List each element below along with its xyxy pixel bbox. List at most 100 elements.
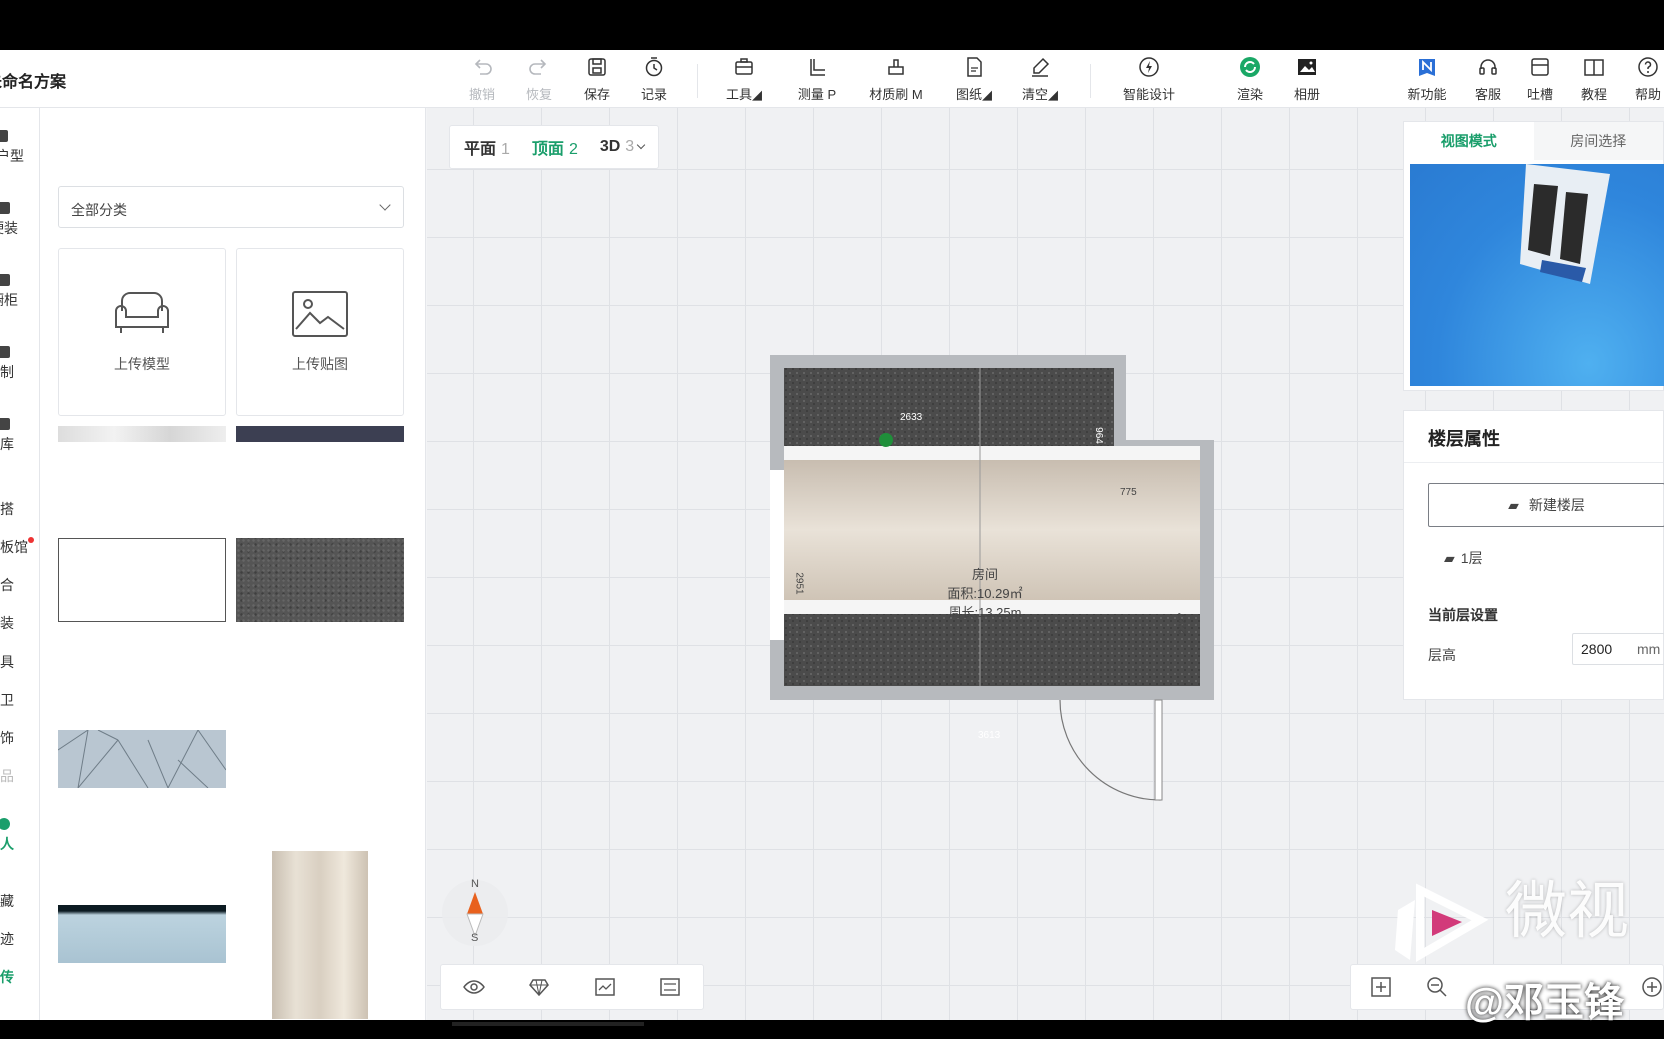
nav-item-decor[interactable]: 饰品 xyxy=(0,766,26,786)
plan-title[interactable]: 未命名方案 xyxy=(0,68,66,92)
smart-design-button[interactable]: 智能设计 xyxy=(1118,54,1180,104)
nav-item-hardfit[interactable]: 硬装 xyxy=(0,202,30,238)
support-button[interactable]: 客服 xyxy=(1468,54,1508,104)
tab-view-mode[interactable]: 视图模式 xyxy=(1404,122,1534,160)
panel-title: 楼层属性 xyxy=(1404,411,1663,463)
chart-icon[interactable] xyxy=(593,975,617,999)
nav-item-custom[interactable]: 定制 xyxy=(0,346,26,382)
tab-ceiling[interactable]: 顶面 2 xyxy=(532,135,578,159)
floor-height-value: 2800 xyxy=(1581,641,1613,657)
section-heading: 当前层设置 xyxy=(1428,607,1498,623)
nav-label: 软装 xyxy=(0,615,14,631)
nav-item-floorplan[interactable]: 户型 xyxy=(0,130,36,166)
scrollbar[interactable] xyxy=(452,1022,644,1026)
nav-label: 组合 xyxy=(0,577,14,593)
eye-icon[interactable] xyxy=(462,975,486,999)
new-feature-button[interactable]: 新功能 xyxy=(1402,54,1452,104)
nav-item-favorites[interactable]: 收藏 xyxy=(0,891,26,911)
nav-item-combo[interactable]: 组合 xyxy=(0,575,26,595)
material-tile[interactable] xyxy=(58,426,226,442)
tile-pattern xyxy=(57,729,227,789)
tools-button[interactable]: 工具◢ xyxy=(722,54,766,104)
nav-item-quickbuild[interactable]: 快搭 xyxy=(0,499,26,519)
floor-item[interactable]: ▰ 1层 xyxy=(1444,548,1483,568)
ceiling-strip[interactable] xyxy=(784,446,1200,460)
upload-model-label: 上传模型 xyxy=(114,356,170,372)
compass-south: S xyxy=(471,932,479,944)
nav-item-lighting[interactable]: 灯饰 xyxy=(0,728,26,748)
tools-label: 工具◢ xyxy=(725,86,762,102)
material-tile[interactable] xyxy=(58,905,226,963)
feedback-icon xyxy=(1529,56,1551,78)
new-feature-icon xyxy=(1416,56,1438,78)
cursor-marker xyxy=(879,433,893,447)
clear-button[interactable]: 清空◢ xyxy=(1018,54,1062,104)
door-leaf[interactable] xyxy=(1154,699,1163,801)
nav-item-personal[interactable]: 个人 xyxy=(0,818,26,854)
list-settings-icon[interactable] xyxy=(658,975,682,999)
nav-item-cabinet[interactable]: 橱柜 xyxy=(0,274,30,310)
material-tile[interactable] xyxy=(57,729,227,789)
lightning-icon xyxy=(1138,56,1160,78)
zoom-out-icon[interactable] xyxy=(1426,976,1448,1003)
nav-item-kitchen-bath[interactable]: 厨卫 xyxy=(0,690,26,710)
room-area: 面积:10.29㎡ xyxy=(947,586,1023,601)
material-tile[interactable] xyxy=(236,426,404,442)
tab-room-select[interactable]: 房间选择 xyxy=(1533,122,1663,160)
door-gap xyxy=(770,470,784,640)
toolbar-divider xyxy=(1090,64,1091,98)
save-button[interactable]: 保存 xyxy=(577,54,617,104)
nav-item-softfit[interactable]: 软装 xyxy=(0,613,26,633)
floor-label: 1层 xyxy=(1460,550,1483,566)
tab-3d[interactable]: 3D 3 xyxy=(600,138,646,156)
headset-icon xyxy=(1477,56,1499,78)
nav-item-footprint[interactable]: 足迹 xyxy=(0,929,26,949)
brush-icon xyxy=(885,56,907,78)
ceiling-carpet-top[interactable] xyxy=(784,368,1114,446)
image-icon xyxy=(292,291,348,337)
feedback-button[interactable]: 吐槽 xyxy=(1520,54,1560,104)
dim-right: 2227 xyxy=(1177,612,1189,635)
floor-height-input[interactable]: 2800 mm xyxy=(1572,633,1664,665)
material-tile[interactable] xyxy=(272,851,368,1019)
room-perimeter: 周长:13.25m xyxy=(948,605,1022,620)
ceiling-carpet-bottom[interactable] xyxy=(784,614,1200,686)
measure-button[interactable]: 测量 P xyxy=(792,54,842,104)
dim-top: 2633 xyxy=(900,412,923,423)
door-swing[interactable] xyxy=(1059,699,1161,801)
new-floor-button[interactable]: ▰ 新建楼层 xyxy=(1428,483,1664,527)
render-button[interactable]: 渲染 xyxy=(1230,54,1270,104)
diamond-icon[interactable] xyxy=(527,975,551,999)
nav-item-furniture[interactable]: 家具 xyxy=(0,652,26,672)
material-tile[interactable] xyxy=(58,538,226,622)
dim-mid: 775 xyxy=(1120,487,1137,498)
drawing-label: 图纸◢ xyxy=(955,86,992,102)
layers-icon: ▰ xyxy=(1444,550,1455,566)
help-button[interactable]: 帮助 xyxy=(1628,54,1664,104)
support-label: 客服 xyxy=(1474,86,1501,102)
3d-preview[interactable] xyxy=(1410,164,1664,386)
room-label[interactable]: 房间 面积:10.29㎡ 周长:13.25m xyxy=(935,565,1035,622)
material-tile[interactable] xyxy=(236,538,404,622)
drawing-button[interactable]: 图纸◢ xyxy=(952,54,996,104)
undo-button[interactable]: 撤销 xyxy=(462,54,502,104)
album-button[interactable]: 相册 xyxy=(1287,54,1327,104)
nav-item-material[interactable]: 材库 xyxy=(0,418,26,454)
history-button[interactable]: 记录 xyxy=(634,54,674,104)
compass[interactable]: N S xyxy=(442,878,508,946)
watermark-author: @邓玉锋 xyxy=(1465,981,1625,1025)
tab-plan[interactable]: 平面 1 xyxy=(464,135,510,159)
material-brush-button[interactable]: 材质刷 M xyxy=(862,54,930,104)
redo-button[interactable]: 恢复 xyxy=(519,54,559,104)
clear-label: 清空◢ xyxy=(1021,86,1058,102)
zoom-in-icon[interactable] xyxy=(1641,976,1663,1003)
tutorial-button[interactable]: 教程 xyxy=(1574,54,1614,104)
view-minimap-panel: 视图模式 房间选择 xyxy=(1403,121,1664,391)
nav-label: 材库 xyxy=(0,436,14,452)
nav-item-upload[interactable]: 上传 xyxy=(0,967,26,987)
fit-view-icon[interactable] xyxy=(1370,976,1392,1003)
category-select[interactable]: 全部分类 xyxy=(58,186,404,228)
upload-model-button[interactable]: 上传模型 xyxy=(58,248,226,416)
upload-texture-button[interactable]: 上传贴图 xyxy=(236,248,404,416)
canvas-bottom-toolbar xyxy=(440,964,704,1010)
